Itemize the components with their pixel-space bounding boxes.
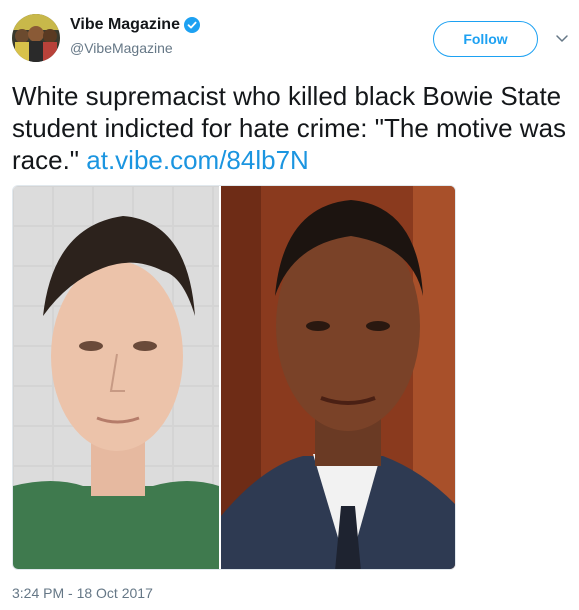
right-portrait [221,186,455,569]
display-name[interactable]: Vibe Magazine [70,16,180,34]
chevron-down-icon[interactable] [554,30,570,46]
handle[interactable]: @VibeMagazine [70,40,173,56]
left-portrait [13,186,219,569]
verified-icon [183,17,200,33]
name-row: Vibe Magazine [70,16,200,34]
tweet-text: White supremacist who killed black Bowie… [12,80,567,176]
tweet: Vibe Magazine @VibeMagazine Follow White… [0,0,579,610]
timestamp[interactable]: 3:24 PM - 18 Oct 2017 [12,585,153,601]
tweet-media[interactable] [12,185,456,570]
avatar[interactable] [12,14,60,62]
follow-button[interactable]: Follow [433,21,538,57]
tweet-link[interactable]: at.vibe.com/84lb7N [86,145,309,175]
